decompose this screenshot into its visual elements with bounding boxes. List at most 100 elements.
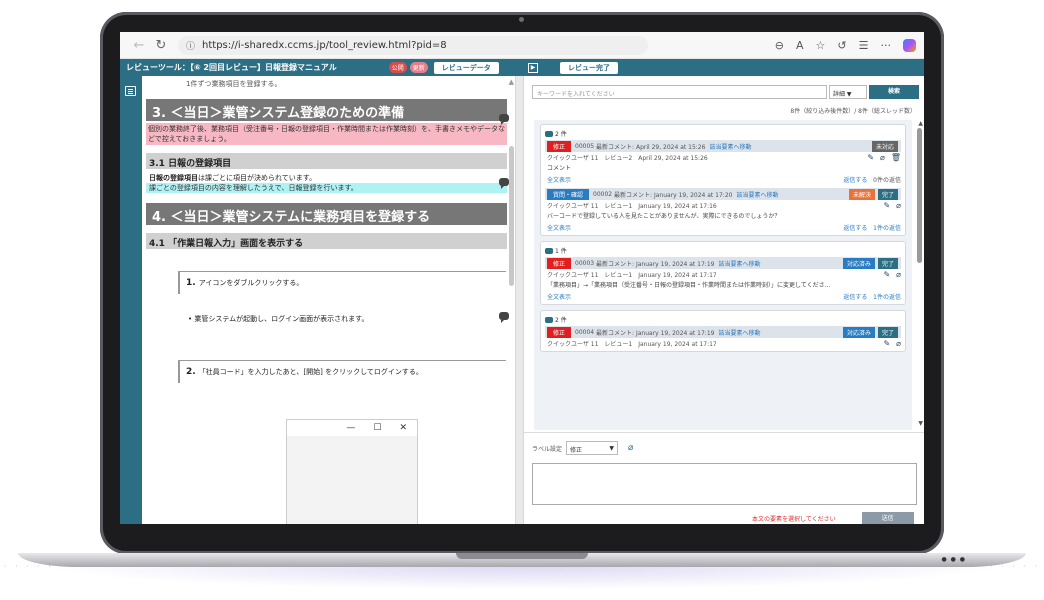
reply-count[interactable]: 1件の返信 (873, 223, 901, 232)
complete-badge[interactable]: 完了 (877, 257, 898, 269)
thread-header: 修正 00004 最新コメント: January 19, 2024 at 17:… (545, 326, 901, 338)
edit-pencil-icon[interactable]: ✎ (867, 153, 874, 162)
edit-pencil-icon[interactable]: ✎ (883, 339, 890, 348)
zoom-icon[interactable]: ⊖ (775, 39, 784, 52)
base-indicator-dots: ● ● ● (941, 556, 966, 563)
highlight-cyan-paragraph[interactable]: 課ごとの登録項目の内容を理解したうえで、日報登録を行います。 (146, 183, 507, 193)
copilot-icon[interactable] (903, 38, 916, 52)
jump-to-element-link[interactable]: 該当要素へ移動 (718, 328, 760, 337)
comment-bubble-icon[interactable] (499, 114, 509, 125)
review-data-button[interactable]: レビューデータ (433, 61, 499, 74)
attachment-icon[interactable]: ⌀ (880, 153, 885, 162)
laptop-mockup: · · · · · · · · · · ● ● ● ← ↻ ⓘ https://… (0, 0, 1044, 600)
reply-link[interactable]: 返信する (843, 223, 867, 232)
extensions-icon[interactable]: ↺ (837, 39, 846, 52)
label-tag: 修正 (547, 140, 572, 152)
step-1[interactable]: 1. アイコンをダブルクリックする。 (178, 271, 506, 294)
reply-count[interactable]: 0件の返信 (873, 175, 901, 184)
latest-comment: 最新コメント: January 19, 2024 at 17:19 (596, 260, 715, 268)
show-full-link[interactable]: 全文表示 (547, 292, 571, 301)
status-badge[interactable]: 対応済み (842, 257, 875, 269)
read-aloud-icon[interactable]: A (796, 39, 804, 52)
pane-divider[interactable] (515, 76, 524, 524)
comment-user: クイックユーザ 11 レビュー1 January 19, 2024 at 17:… (547, 203, 717, 210)
attachment-icon[interactable]: ⌀ (896, 201, 901, 210)
search-button[interactable]: 検索 (869, 85, 919, 99)
browser-toolbar: ← ↻ ⓘ https://i-sharedx.ccms.jp/tool_rev… (120, 32, 924, 59)
attachment-icon[interactable]: ⌀ (896, 339, 901, 348)
label-select[interactable]: 修正 ▼ (566, 441, 619, 455)
detail-dropdown[interactable]: 詳細 ▼ (829, 85, 867, 99)
thread-count: 8件（絞り込み後件数）/ 8件（総スレッド数） (790, 108, 916, 115)
comment-textarea[interactable] (532, 463, 917, 505)
thread-id: 00004 (575, 328, 595, 336)
heading-section-3-1[interactable]: 3.1 日報の登録項目 (146, 153, 507, 169)
status-badge[interactable]: 対応済み (842, 326, 875, 338)
step-text: アイコンをダブルクリックする。 (198, 279, 304, 287)
thread-count-text: 2 件 (555, 317, 567, 324)
jump-to-element-link[interactable]: 該当要素へ移動 (736, 190, 778, 199)
browser-toolbar-icons: ⊖ A ☆ ↺ ☰ ··· (775, 38, 916, 52)
reply-link[interactable]: 返信する (843, 292, 867, 301)
reload-icon[interactable]: ↻ (150, 38, 172, 53)
label-tag: 質問・確認 (547, 188, 590, 200)
site-info-icon[interactable]: ⓘ (186, 39, 195, 52)
favorite-star-icon[interactable]: ☆ (816, 39, 826, 52)
show-full-link[interactable]: 全文表示 (547, 223, 571, 232)
jump-to-element-link[interactable]: 該当要素へ移動 (709, 142, 751, 151)
paragraph-rest: は課ごとに項目が決められています。 (198, 174, 317, 182)
play-icon[interactable]: ▶ (528, 62, 538, 73)
thread-footer: 全文表示 返信する 1件の返信 (545, 291, 901, 302)
status-badges: 未対応 (871, 140, 901, 152)
send-button[interactable]: 送信 (861, 512, 914, 524)
more-menu-icon[interactable]: ··· (881, 39, 892, 52)
app-title: レビューツール：【⑥ 2回目レビュー】日報登録マニュアル (126, 63, 337, 72)
label-tag: 修正 (547, 257, 572, 269)
doc-scrollbar[interactable] (509, 146, 514, 286)
edit-pencil-icon[interactable]: ✎ (883, 270, 890, 279)
comment-body: バーコードで登録している人を見たことがありませんが、実際にできるのでしょうか？ (547, 213, 781, 220)
panel-scrollbar[interactable] (917, 128, 922, 263)
panel-scroll-up-icon[interactable]: ▲ (918, 120, 923, 127)
jump-to-element-link[interactable]: 該当要素へ移動 (718, 259, 760, 268)
laptop-notch (456, 553, 588, 559)
back-arrow-icon[interactable]: ← (128, 38, 150, 53)
comment-bubble-icon[interactable] (499, 178, 509, 189)
reply-count[interactable]: 1件の返信 (873, 292, 901, 301)
reply-link[interactable]: 返信する (843, 175, 867, 184)
search-input[interactable]: キーワードを入れてください (532, 85, 827, 99)
complete-badge[interactable]: 完了 (877, 326, 898, 338)
minimize-icon: — (346, 423, 356, 433)
highlight-pink-paragraph[interactable]: 個別の業務終了後、業務項目（受注番号・日報の登録項目・作業時間または作業時刻）を… (146, 123, 507, 145)
panel-scroll-down-icon[interactable]: ▼ (918, 420, 923, 427)
comment-meta: クイックユーザ 11 レビュー1 January 19, 2024 at 17:… (545, 200, 901, 211)
show-full-link[interactable]: 全文表示 (547, 175, 571, 184)
status-badge[interactable]: 未解決 (848, 188, 875, 200)
comment-meta: クイックユーザ 11 レビュー1 January 19, 2024 at 17:… (545, 269, 901, 280)
heading-section-4[interactable]: 4. ＜当日＞業管システムに業務項目を登録する (146, 203, 507, 225)
step-text: 「社員コード」を入力したあと、[開始] をクリックしてログインする。 (198, 368, 423, 376)
step-2[interactable]: 2. 「社員コード」を入力したあと、[開始] をクリックしてログインする。 (178, 360, 506, 383)
address-bar[interactable]: ⓘ https://i-sharedx.ccms.jp/tool_review.… (178, 35, 648, 55)
main-area: ▲ 1件ずつ業務項目を登録する。 3. ＜当日＞業管システム登録のための準備 個… (120, 76, 924, 524)
edit-pencil-icon[interactable]: ✎ (883, 201, 890, 210)
status-badge[interactable]: 未対応 (871, 140, 898, 152)
document-list-icon[interactable] (125, 86, 136, 96)
heading-section-3[interactable]: 3. ＜当日＞業管システム登録のための準備 (146, 99, 507, 121)
paragraph-text[interactable]: 日報の登録項目は課ごとに項目が決められています。 (149, 173, 515, 183)
doc-header: レビューツール：【⑥ 2回目レビュー】日報登録マニュアル 公開 更新 レビューデ… (120, 61, 522, 74)
review-complete-button[interactable]: レビュー完了 (560, 61, 618, 74)
step-number: 2. (186, 367, 196, 377)
attachment-icon[interactable]: ⌀ (896, 270, 901, 279)
trash-icon[interactable]: 🗑 (891, 153, 901, 162)
comment-bubble-icon[interactable] (499, 312, 509, 323)
doc-text-partial: 1件ずつ業務項目を登録する。 (186, 80, 282, 88)
bullet-item[interactable]: 業管システムが起動し、ログイン画面が表示されます。 (188, 314, 515, 324)
attach-file-icon[interactable]: ⌀ (628, 443, 633, 453)
window-controls: — ☐ ✕ (287, 420, 417, 436)
doc-scroll-up-icon[interactable]: ▲ (509, 78, 514, 86)
comment-body: 「業務項目」→「業務項目（受注番号・日報の登録項目・作業時間または作業時刻）」に… (547, 282, 831, 289)
complete-badge[interactable]: 完了 (877, 188, 898, 200)
favorites-list-icon[interactable]: ☰ (859, 39, 869, 52)
heading-section-4-1[interactable]: 4.1 「作業日報入力」画面を表示する (146, 233, 507, 249)
